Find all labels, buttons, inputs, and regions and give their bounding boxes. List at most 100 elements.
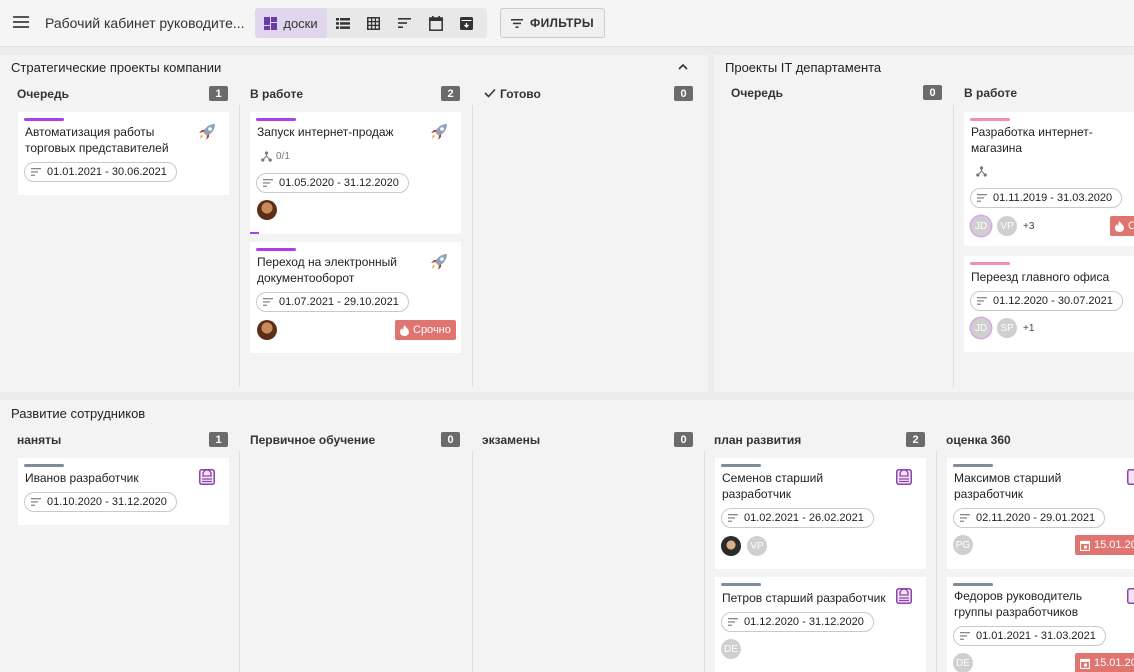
date-lines-icon: [31, 498, 41, 506]
date-lines-icon: [263, 179, 273, 187]
avatar[interactable]: [257, 320, 277, 340]
date-lines-icon: [728, 618, 738, 626]
column-header: экзамены: [482, 433, 541, 447]
chevron-up-icon[interactable]: [678, 63, 688, 70]
view-boards-button[interactable]: доски: [255, 8, 327, 38]
card[interactable]: Максимов старший разработчик 02.11.2020 -…: [947, 458, 1134, 569]
template-icon: [896, 588, 912, 604]
template-icon: [199, 469, 215, 485]
card-stripe: [256, 248, 296, 251]
card-dates: 02.11.2020 - 29.01.2021: [953, 508, 1106, 528]
avatars-more: +3: [1023, 221, 1035, 232]
card-progress: [250, 232, 259, 234]
column-divider: [936, 451, 937, 672]
view-table-button[interactable]: [358, 8, 389, 38]
template-icon: [896, 469, 912, 485]
view-gantt-button[interactable]: [389, 8, 420, 38]
column-header: Очередь: [17, 87, 69, 101]
avatar[interactable]: VP: [997, 216, 1017, 236]
template-icon: [1127, 588, 1134, 604]
avatars-more: +1: [1023, 323, 1035, 334]
board-title: Стратегические проекты компании: [11, 60, 222, 75]
avatar[interactable]: JD: [971, 318, 991, 338]
due-date-badge: 15.01.20: [1075, 653, 1134, 672]
calendar-small-icon: [1080, 540, 1090, 551]
column-count: 2: [441, 86, 460, 101]
column-header: наняты: [17, 433, 62, 447]
card-dates: 01.12.2020 - 31.12.2020: [721, 612, 874, 632]
card-title: Иванов разработчик: [25, 471, 139, 485]
date-lines-icon: [31, 168, 41, 176]
card[interactable]: Переход на электронный документооборот 01…: [250, 242, 461, 353]
card-stripe: [953, 583, 993, 586]
column-header: Очередь: [731, 86, 783, 100]
view-switcher: доски: [255, 8, 487, 38]
avatar[interactable]: [721, 536, 741, 556]
column-count: 1: [209, 86, 228, 101]
view-list-button[interactable]: [327, 8, 358, 38]
calendar-icon: [428, 15, 443, 31]
card[interactable]: Иванов разработчик 01.10.2020 - 31.12.20…: [18, 458, 229, 525]
card-dates: 01.07.2021 - 29.10.2021: [256, 292, 409, 312]
card-dates: 01.01.2021 - 30.06.2021: [24, 162, 177, 182]
dashboard-icon: [264, 16, 278, 30]
card-dates: 01.05.2020 - 31.12.2020: [256, 173, 409, 193]
avatar[interactable]: [257, 200, 277, 220]
column-divider: [472, 105, 473, 387]
card-title: Переход на электронный документооборот: [257, 255, 397, 285]
avatar[interactable]: JD: [971, 216, 991, 236]
subtasks-icon: [976, 166, 987, 177]
date-lines-icon: [728, 514, 738, 522]
card-title: Семенов старший разработчик: [722, 471, 824, 501]
column-count: 1: [209, 432, 228, 447]
column-count: 0: [923, 85, 942, 100]
rocket-icon: [431, 124, 447, 140]
column-header: план развития: [714, 433, 802, 447]
column-divider: [704, 451, 705, 672]
urgent-badge: Срочно: [395, 320, 456, 340]
template-icon: [1127, 469, 1134, 485]
card[interactable]: Переезд главного офиса 01.12.2020 - 30.0…: [964, 256, 1134, 352]
card-title: Разработка интернет-магазина: [971, 125, 1093, 155]
card-title: Максимов старший разработчик: [954, 471, 1062, 501]
column-header: В работе: [250, 87, 303, 101]
card-stripe: [721, 583, 761, 586]
date-lines-icon: [960, 514, 970, 522]
view-archive-button[interactable]: [451, 8, 482, 38]
board-title: Проекты IT департамента: [725, 60, 882, 75]
card-stripe: [970, 118, 1010, 121]
card[interactable]: Петров старший разработчик 01.12.2020 - …: [715, 577, 926, 672]
card-title: Запуск интернет-продаж: [257, 125, 394, 139]
column-divider: [239, 451, 240, 672]
view-calendar-button[interactable]: [420, 8, 451, 38]
filters-button[interactable]: ФИЛЬТРЫ: [500, 8, 605, 38]
card-title: Федоров руководитель группы разработчиков: [954, 589, 1083, 619]
due-date-badge: 15.01.20: [1075, 535, 1134, 555]
rocket-icon: [199, 124, 215, 140]
avatar[interactable]: PG: [953, 535, 973, 555]
card[interactable]: Семенов старший разработчик 01.02.2021 - …: [715, 458, 926, 569]
card[interactable]: Разработка интернет-магазина 01.11.2019 …: [964, 112, 1134, 246]
app-title: Рабочий кабинет руководите...: [45, 15, 245, 31]
card-dates: 01.11.2019 - 31.03.2020: [970, 188, 1123, 208]
column-header: В работе: [964, 86, 1017, 100]
card[interactable]: Запуск интернет-продаж 0/1 01.05.2020 - …: [250, 112, 461, 234]
card-dates: 01.01.2021 - 31.03.2021: [953, 626, 1106, 646]
avatar[interactable]: DE: [953, 653, 973, 672]
avatar[interactable]: VP: [747, 536, 767, 556]
column-header: Первичное обучение: [250, 433, 376, 447]
card-stripe: [953, 464, 993, 467]
card-stripe: [24, 464, 64, 467]
column-header: Готово: [500, 87, 541, 101]
card-dates: 01.10.2020 - 31.12.2020: [24, 492, 177, 512]
fire-icon: [400, 324, 409, 336]
date-lines-icon: [960, 632, 970, 640]
filters-label: ФИЛЬТРЫ: [530, 16, 594, 30]
fire-icon: [1115, 220, 1124, 232]
urgent-badge: С: [1110, 216, 1134, 236]
avatar[interactable]: SP: [997, 318, 1017, 338]
avatar[interactable]: DE: [721, 639, 741, 659]
menu-icon[interactable]: [13, 16, 29, 28]
card[interactable]: Автоматизация работы торговых представите…: [18, 112, 229, 195]
card[interactable]: Федоров руководитель группы разработчиков…: [947, 577, 1134, 672]
